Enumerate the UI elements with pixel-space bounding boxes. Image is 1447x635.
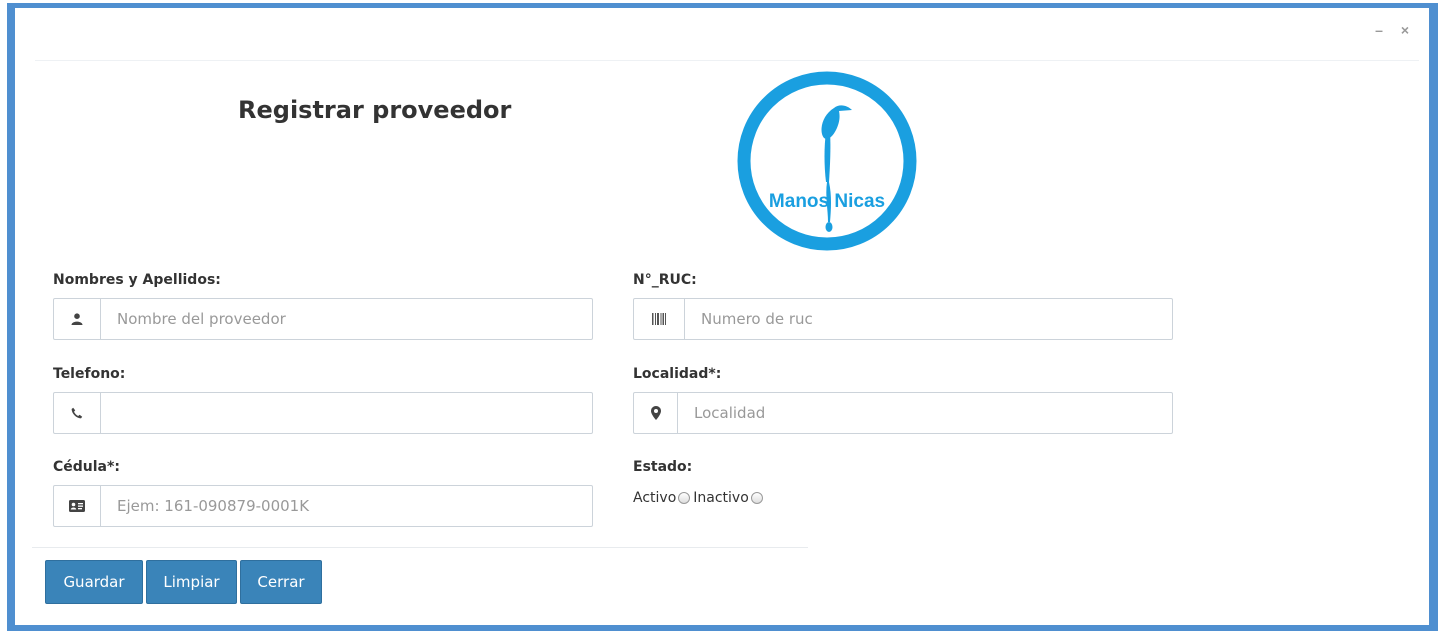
estado-radio-group: Activo Inactivo bbox=[633, 490, 766, 506]
window-controls: – × bbox=[1361, 22, 1409, 38]
inactivo-radio[interactable] bbox=[750, 492, 763, 504]
barcode-icon bbox=[634, 299, 685, 339]
cerrar-button[interactable]: Cerrar bbox=[240, 560, 322, 604]
localidad-input-group bbox=[633, 392, 1173, 434]
localidad-label: Localidad*: bbox=[633, 366, 722, 382]
nombres-input[interactable] bbox=[101, 299, 592, 339]
cedula-input[interactable] bbox=[101, 486, 592, 526]
localidad-input[interactable] bbox=[678, 393, 1172, 433]
phone-icon bbox=[54, 393, 101, 433]
minimize-icon[interactable]: – bbox=[1375, 22, 1383, 38]
activo-label: Activo bbox=[633, 490, 677, 506]
nombres-label: Nombres y Apellidos: bbox=[53, 272, 221, 288]
id-card-icon bbox=[54, 486, 101, 526]
guardar-button[interactable]: Guardar bbox=[45, 560, 143, 604]
cedula-input-group bbox=[53, 485, 593, 527]
telefono-input[interactable] bbox=[101, 393, 592, 433]
ruc-label: N°_RUC: bbox=[633, 272, 697, 288]
cedula-label: Cédula*: bbox=[53, 459, 120, 475]
map-marker-icon bbox=[634, 393, 678, 433]
footer-divider bbox=[32, 547, 808, 548]
telefono-input-group bbox=[53, 392, 593, 434]
header-divider bbox=[35, 60, 1419, 61]
ruc-input-group bbox=[633, 298, 1173, 340]
limpiar-button[interactable]: Limpiar bbox=[146, 560, 237, 604]
activo-radio[interactable] bbox=[678, 492, 691, 504]
telefono-label: Telefono: bbox=[53, 366, 126, 382]
logo-text: Manos Nicas bbox=[769, 191, 885, 212]
ruc-input[interactable] bbox=[685, 299, 1172, 339]
close-icon[interactable]: × bbox=[1401, 22, 1409, 38]
nombres-input-group bbox=[53, 298, 593, 340]
user-icon bbox=[54, 299, 101, 339]
inactivo-label: Inactivo bbox=[693, 490, 749, 506]
page-title: Registrar proveedor bbox=[238, 96, 512, 124]
estado-label: Estado: bbox=[633, 459, 693, 475]
manos-nicas-logo: Manos Nicas bbox=[737, 71, 917, 251]
